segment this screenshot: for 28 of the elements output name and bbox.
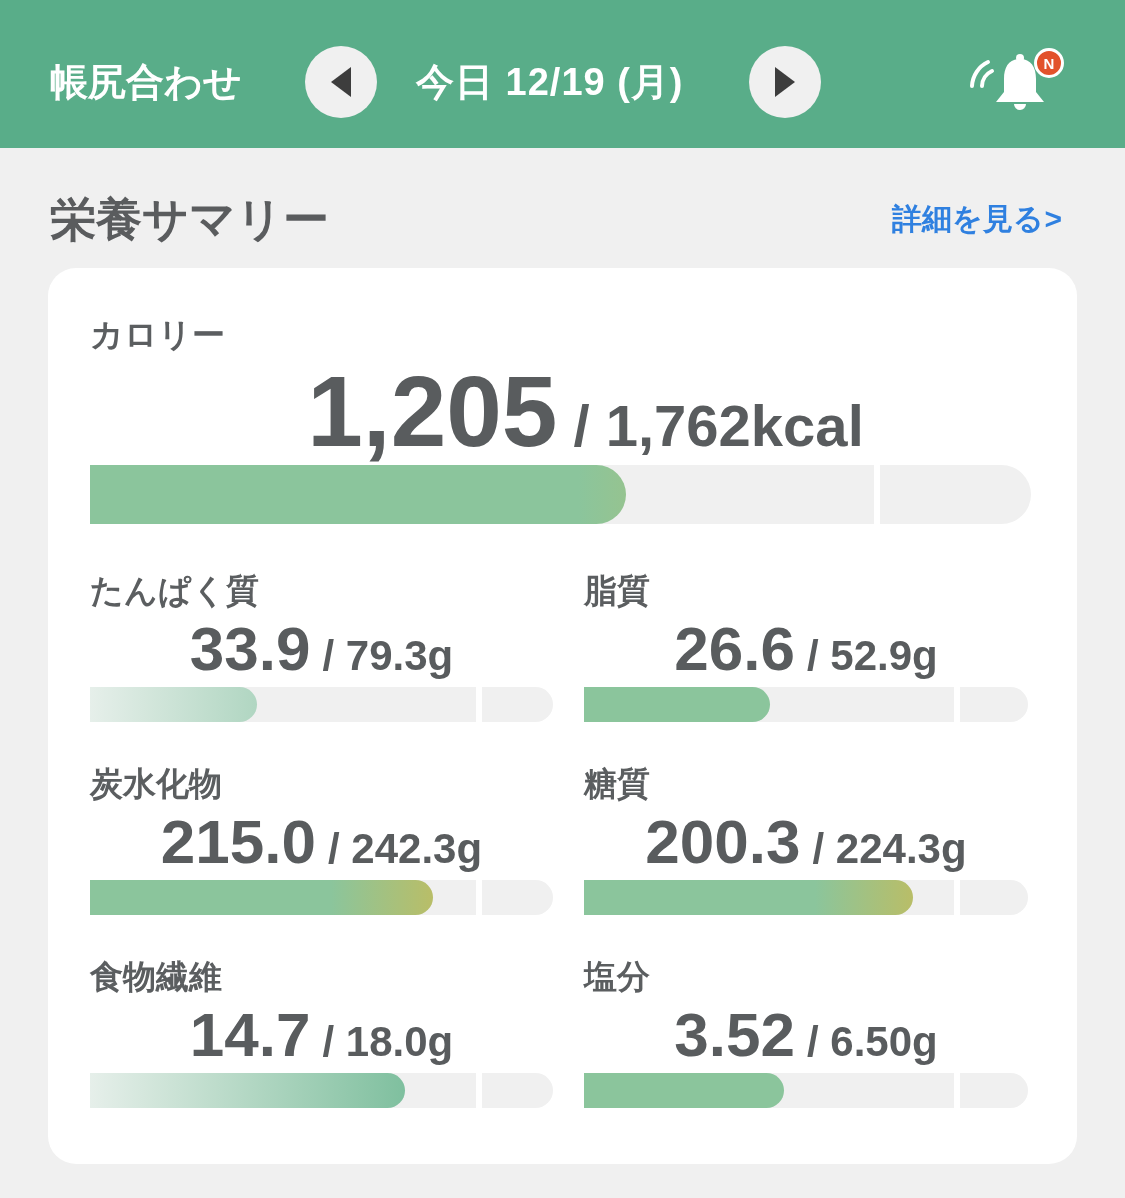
nutrient-value: 215.0 xyxy=(160,811,316,873)
calorie-label: カロリー xyxy=(90,318,225,351)
calorie-target: / 1,762kcal xyxy=(573,397,864,455)
date-label: 今日 12/19 (月) xyxy=(416,63,684,101)
nutrient-target: / 6.50g xyxy=(806,1021,938,1063)
triangle-left-icon xyxy=(331,67,351,97)
notification-badge: N xyxy=(1034,48,1064,78)
section-title: 栄養サマリー xyxy=(50,196,329,242)
details-link[interactable]: 詳細を見る> xyxy=(892,204,1062,234)
nutrient-target: / 52.9g xyxy=(806,635,938,677)
nutrient-label: 食物繊維 xyxy=(90,960,222,993)
nutrient-label: 糖質 xyxy=(584,767,650,800)
nutrient-target: / 224.3g xyxy=(812,828,967,870)
nutrient-label: たんぱく質 xyxy=(90,574,259,607)
nutrient-value: 200.3 xyxy=(645,811,801,873)
triangle-right-icon xyxy=(775,67,795,97)
nutrient-value: 33.9 xyxy=(189,618,311,680)
nutrient-target: / 242.3g xyxy=(328,828,483,870)
calorie-value: 1,205 xyxy=(307,361,558,461)
nutrient-label: 脂質 xyxy=(584,574,650,607)
nutrient-target: / 79.3g xyxy=(322,635,454,677)
nutrient-label: 炭水化物 xyxy=(90,767,222,800)
nutrient-label: 塩分 xyxy=(584,960,650,993)
nutrient-value: 3.52 xyxy=(674,1004,795,1066)
nutrient-value: 14.7 xyxy=(189,1004,311,1066)
app-title: 帳尻合わせ xyxy=(50,63,242,101)
nutrient-value: 26.6 xyxy=(674,618,795,680)
nutrient-target: / 18.0g xyxy=(322,1021,454,1063)
